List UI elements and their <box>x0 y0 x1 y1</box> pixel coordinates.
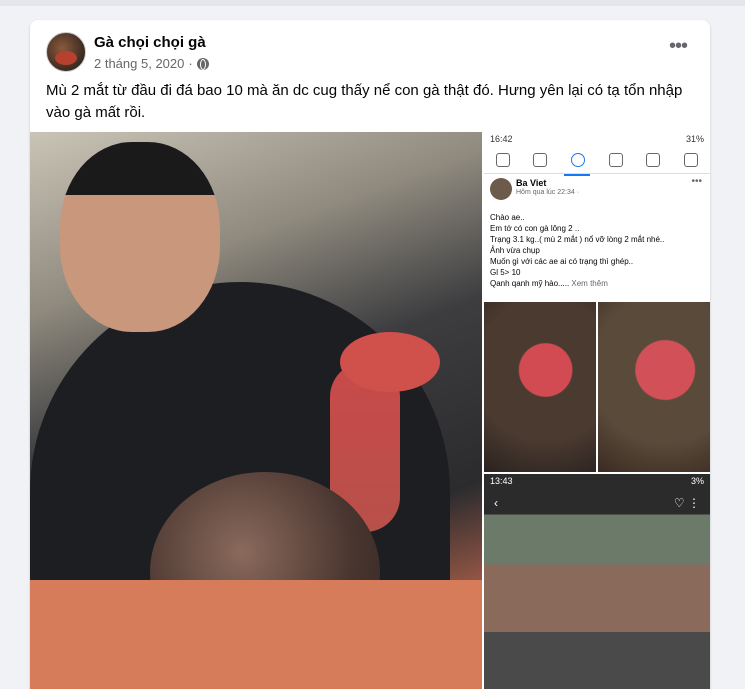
author-avatar[interactable] <box>46 32 86 72</box>
post-meta: 2 tháng 5, 2020 · <box>94 56 209 71</box>
heart-icon: ♡ ⋮ <box>673 496 700 510</box>
inner-post-meta: Hôm qua lúc 22:34 · <box>516 189 580 196</box>
inner-video-frame: 13:43 3% ‹ ♡ ⋮ <box>484 474 710 689</box>
inner-post-text: Chào ae.. Em tớ có con gà lông 2 .. Trạn… <box>490 212 704 289</box>
author-name[interactable]: Gà chọi chọi gà <box>94 34 206 51</box>
inner-author-avatar <box>490 178 512 200</box>
inner-photo-rooster-1 <box>484 302 596 472</box>
photo-floor <box>30 580 482 689</box>
inner-line: Ảnh vừa chụp <box>490 246 540 255</box>
inner-author-name: Ba Viet <box>516 178 547 188</box>
post-header: Gà chọi chọi gà 2 tháng 5, 2020 · ••• <box>46 32 694 76</box>
inner-post: Ba Viet Hôm qua lúc 22:34 · ••• Chào ae.… <box>484 174 710 299</box>
bell-icon <box>646 152 661 167</box>
more-options-button[interactable]: ••• <box>662 36 694 64</box>
phone-nav-bar <box>484 146 710 174</box>
inner-photo-rooster-2 <box>598 302 710 472</box>
video-status-time: 13:43 <box>490 476 513 486</box>
post-card: Gà chọi chọi gà 2 tháng 5, 2020 · ••• Mù… <box>30 20 710 689</box>
inner-line: Muốn gì với các ae ai có trạng thì ghép.… <box>490 257 634 266</box>
inner-line: Qanh qanh mỹ hào..... Xem thêm <box>490 278 704 289</box>
top-divider <box>0 0 745 6</box>
video-icon <box>533 152 548 167</box>
inner-more-icon: ••• <box>691 176 702 187</box>
video-status-battery: 3% <box>690 476 704 486</box>
video-status-bar: 13:43 3% <box>490 476 704 486</box>
post-photo-main[interactable] <box>30 132 482 689</box>
inner-photos <box>484 302 710 472</box>
post-text: Mù 2 mắt từ đầu đi đá bao 10 mà ăn dc cu… <box>46 82 683 121</box>
inner-line: Trạng 3.1 kg..( mù 2 mắt ) nổ vỡ lòng 2 … <box>490 235 665 244</box>
meta-separator: · <box>188 56 193 71</box>
photo-chicken-head <box>340 332 440 392</box>
post-photo-screenshot[interactable]: 16:42 31% Ba Viet Hôm qua lúc 22:34 · ••… <box>484 132 710 689</box>
marketplace-icon <box>608 152 623 167</box>
photo-person-head <box>60 142 220 332</box>
inner-line: Gl 5> 10 <box>490 268 521 277</box>
globe-icon[interactable] <box>196 57 209 70</box>
phone-status-time: 16:42 <box>490 134 513 144</box>
post-date[interactable]: 2 tháng 5, 2020 <box>94 56 184 71</box>
back-arrow-icon: ‹ <box>494 496 498 510</box>
inner-line: Em tớ có con gà lông 2 .. <box>490 224 580 233</box>
phone-status-battery: 31% <box>685 134 704 144</box>
inner-line: Chào ae.. <box>490 213 525 222</box>
see-more-link: Xem thêm <box>569 279 608 288</box>
video-controls: ‹ ♡ ⋮ <box>494 496 700 510</box>
menu-icon <box>684 152 699 167</box>
phone-status-bar: 16:42 31% <box>484 132 710 146</box>
home-icon <box>495 152 510 167</box>
profile-icon <box>571 152 586 167</box>
inner-last-line: Qanh qanh mỹ hào..... <box>490 279 570 288</box>
